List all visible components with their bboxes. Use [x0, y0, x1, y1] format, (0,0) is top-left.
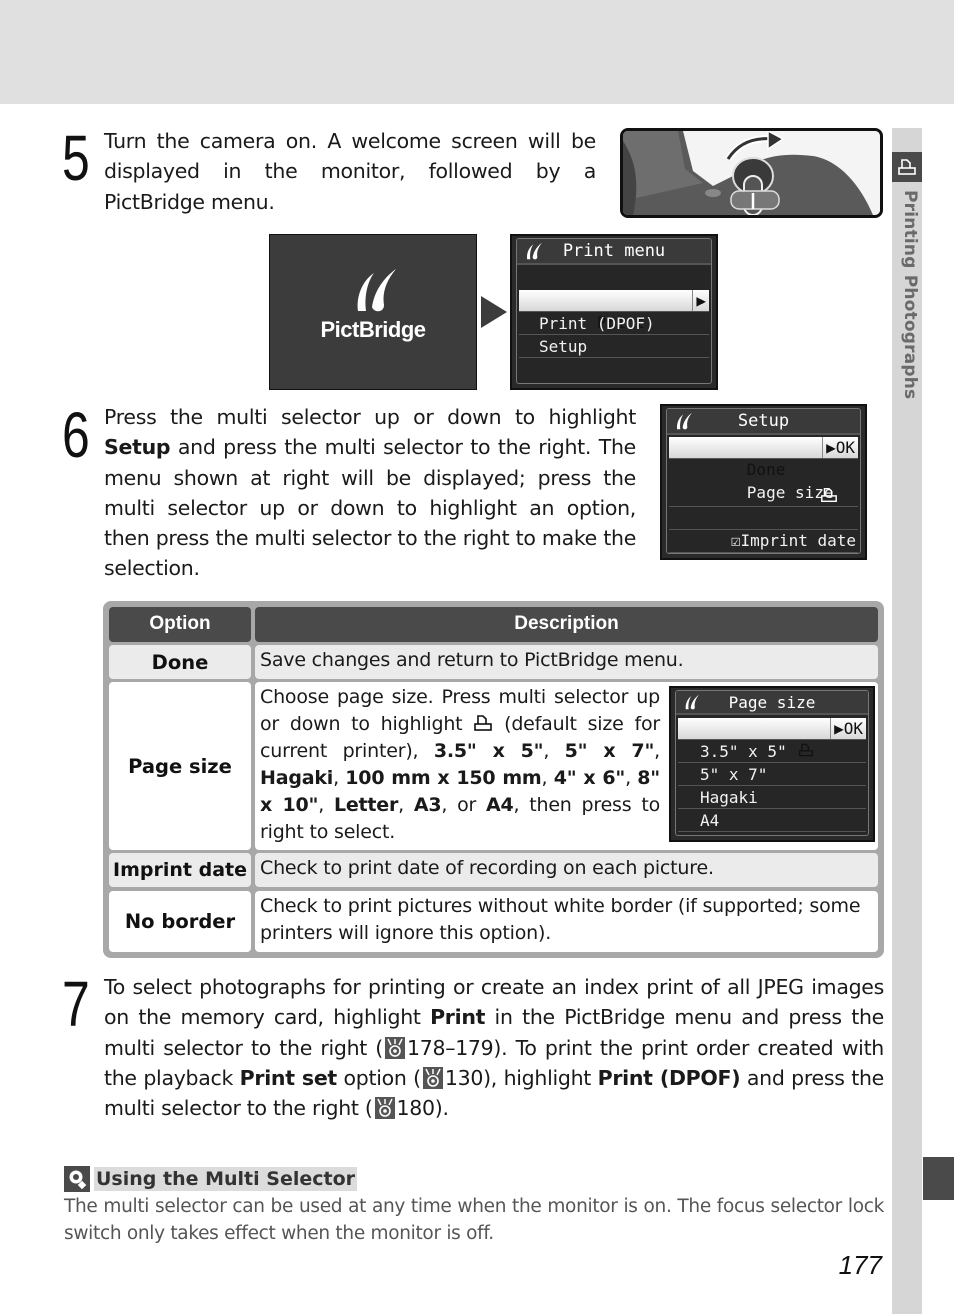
setup-item-done[interactable]: Done ▶OK	[669, 437, 858, 479]
print-menu-item-print-dpof[interactable]: Print (DPOF)	[519, 313, 709, 335]
pictbridge-logo-icon	[270, 267, 476, 317]
text-run: and press the multi selector to the righ…	[104, 435, 636, 581]
menu-term-setup: Setup	[104, 435, 171, 460]
tip-body: The multi selector can be used at any ti…	[64, 1196, 884, 1244]
page-size-item-hagaki[interactable]: Hagaki	[678, 787, 866, 809]
page-reference-eye-icon	[422, 1066, 443, 1089]
text-run: ,	[318, 794, 334, 816]
size-option: 3.5" x 5"	[433, 740, 544, 762]
page-size-menu-screen: Page size ▶OK 3.5" x 5" 5" x 7" Hagaki A…	[669, 686, 875, 842]
page-size-item-5x7[interactable]: 5" x 7"	[678, 764, 866, 786]
pictbridge-welcome-screen: PictBridge	[269, 234, 477, 390]
step-6-text: Press the multi selector up or down to h…	[104, 402, 636, 584]
text-run: ,	[625, 767, 638, 789]
next-arrow-icon	[481, 296, 507, 328]
page-size-title-bar: Page size	[676, 691, 868, 715]
size-option: Letter	[333, 794, 399, 816]
step-7-text: To select photographs for printing or cr…	[104, 972, 884, 1123]
step-number-6: 6	[62, 399, 90, 471]
size-option: A3	[413, 794, 442, 816]
tip-magnifier-icon	[64, 1166, 90, 1192]
printer-icon	[821, 487, 837, 503]
size-option: A4	[486, 794, 514, 816]
table-header-description: Description	[255, 607, 878, 642]
print-menu-title-bar: Print menu	[517, 239, 711, 265]
page-size-description-text: Choose page size. Press multi selector u…	[255, 682, 665, 848]
size-option: 100 mm x 150 mm	[345, 767, 542, 789]
printer-icon	[474, 715, 493, 731]
page-size-menu-title: Page size	[728, 693, 816, 712]
pictbridge-logo-text: PictBridge	[320, 317, 426, 342]
text-run: 130), highlight	[444, 1065, 598, 1090]
menu-term-print-set: Print set	[239, 1065, 338, 1090]
text-run: ,	[543, 740, 565, 762]
print-menu-item-print[interactable]: Print ▶	[519, 290, 709, 332]
selected-arrow-icon: ▶	[692, 290, 709, 311]
size-option: 5" x 7"	[564, 740, 655, 762]
page-edge-marker	[923, 1157, 954, 1200]
step-number-7: 7	[62, 968, 90, 1040]
table-row-done-option: Done	[109, 645, 251, 679]
setup-menu-title-bar: Setup	[667, 409, 860, 435]
ok-indicator: ▶OK	[830, 718, 866, 739]
setup-menu-screen: Setup Done ▶OK Page size ☑Imprint date ☑…	[660, 404, 867, 560]
tip-heading: Using the Multi Selector	[64, 1166, 357, 1192]
table-row-no-border-description: Check to print pictures without white bo…	[255, 891, 878, 952]
size-option: Hagaki	[260, 767, 334, 789]
table-row-imprint-date-description: Check to print date of recording on each…	[255, 853, 878, 887]
print-menu-title: Print menu	[562, 241, 666, 261]
text-run: , or	[441, 794, 486, 816]
options-table: Option Description Done Save changes and…	[103, 601, 884, 958]
step-5-text: Turn the camera on. A welcome screen wil…	[104, 129, 596, 214]
page-number: 177	[838, 1250, 882, 1280]
table-row-page-size-option: Page size	[109, 682, 251, 850]
text-run: option (	[336, 1065, 422, 1090]
setup-item-page-size[interactable]: Page size	[669, 460, 858, 507]
top-band	[0, 0, 954, 104]
page-reference-eye-icon	[385, 1036, 406, 1059]
print-menu-screen: Print menu Print ▶ Print (DPOF) Setup	[510, 234, 718, 390]
ok-indicator: ▶OK	[822, 437, 858, 458]
page-size-item-default[interactable]: ▶OK	[678, 718, 866, 757]
tip-title: Using the Multi Selector	[94, 1167, 357, 1191]
table-row-page-size-description: Choose page size. Press multi selector u…	[255, 682, 878, 850]
page-size-item-3-5x5[interactable]: 3.5" x 5"	[678, 741, 866, 763]
menu-term-print-dpof: Print (DPOF)	[597, 1065, 741, 1090]
printer-icon	[898, 159, 916, 175]
table-row-done-description: Save changes and return to PictBridge me…	[255, 645, 878, 679]
section-side-label: Printing Photographs	[900, 190, 920, 400]
table-row-imprint-date-option: Imprint date	[109, 853, 251, 887]
text-run: Press the multi selector up or down to h…	[104, 405, 636, 429]
setup-menu-title: Setup	[737, 411, 790, 431]
table-row-no-border-option: No border	[109, 891, 251, 952]
menu-term-print: Print	[430, 1005, 486, 1030]
page-reference-eye-icon	[374, 1097, 395, 1120]
page-size-item-a4[interactable]: A4	[678, 810, 866, 832]
text-run: ,	[654, 740, 660, 762]
camera-power-switch-photo	[620, 128, 883, 218]
setup-item-no-border[interactable]: ☑No border	[669, 531, 858, 553]
setup-item-imprint-date[interactable]: ☑Imprint date	[669, 508, 858, 550]
print-menu-item-setup[interactable]: Setup	[519, 336, 709, 358]
section-tab-icon-box	[892, 152, 922, 182]
text-run: ,	[333, 767, 346, 789]
table-header-option: Option	[109, 607, 251, 642]
size-option: 4" x 6"	[553, 767, 626, 789]
text-run: 180).	[396, 1096, 449, 1121]
text-run: ,	[398, 794, 414, 816]
step-number-5: 5	[62, 122, 90, 194]
text-run: ,	[541, 767, 554, 789]
